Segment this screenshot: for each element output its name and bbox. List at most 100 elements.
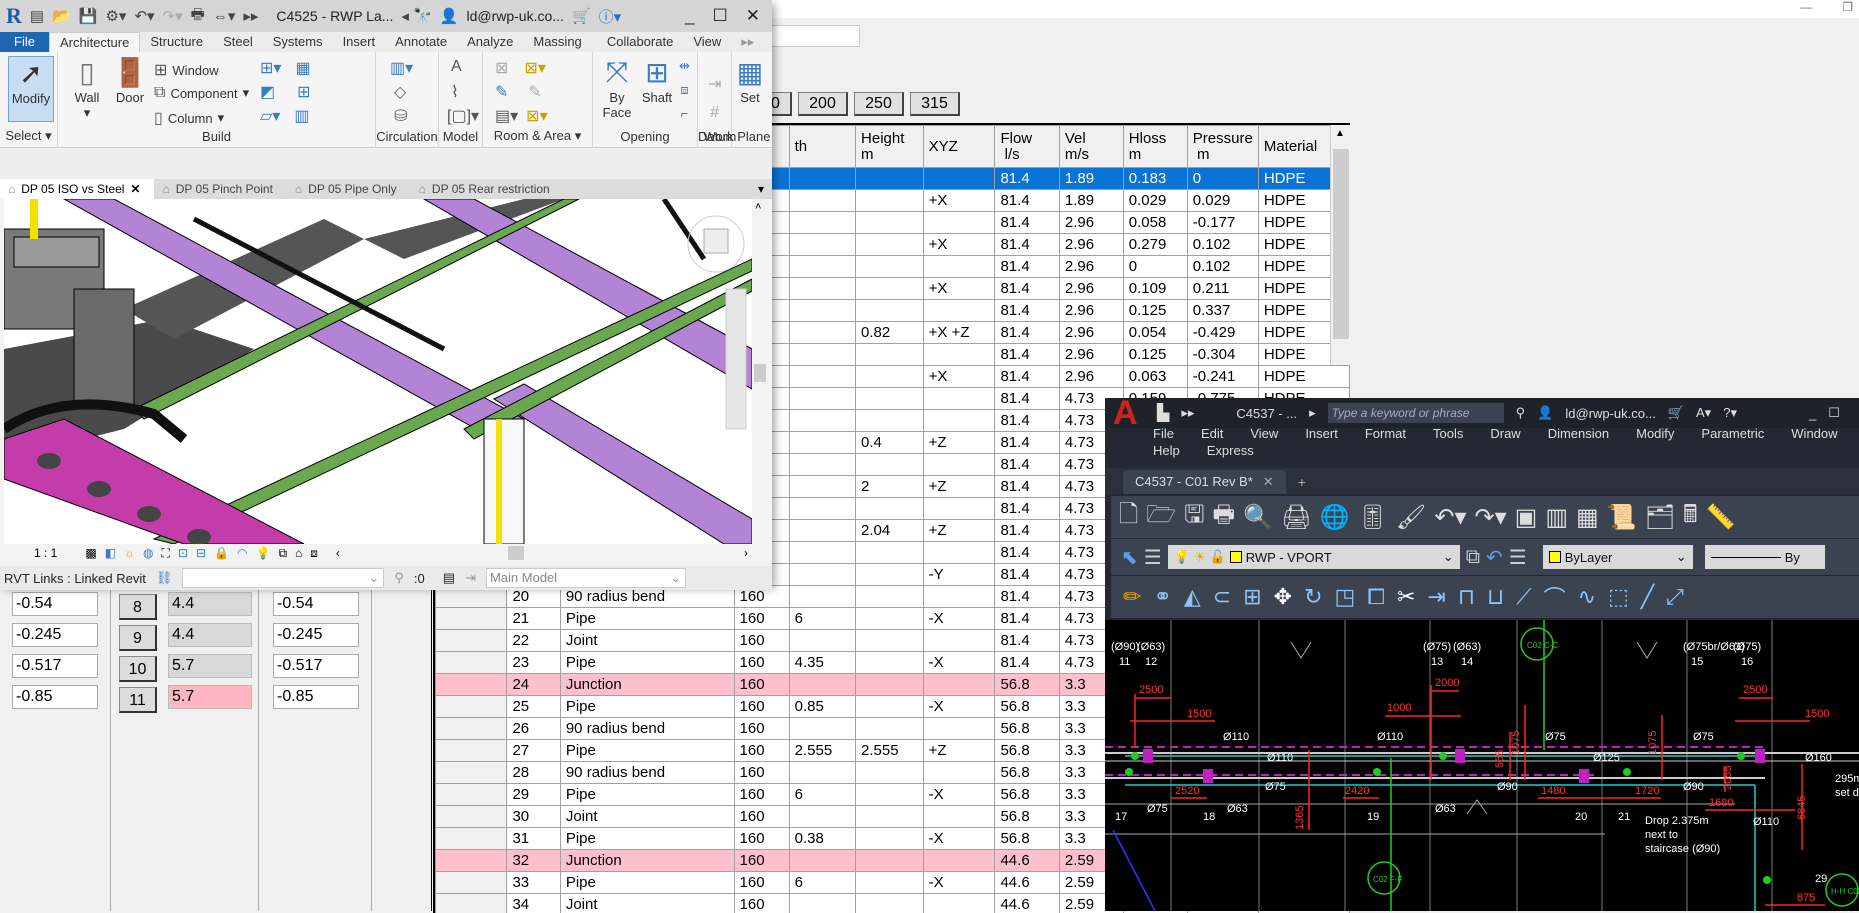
temp-view-props-icon[interactable]: ⧉: [278, 546, 287, 561]
tag-room-icon[interactable]: ▤▾: [495, 106, 518, 126]
cell-height[interactable]: [856, 762, 924, 784]
restore-icon[interactable]: ❐: [1842, 0, 1853, 16]
cell-flow[interactable]: 81.4: [995, 630, 1059, 652]
cell-length[interactable]: [789, 718, 855, 740]
cell-height[interactable]: [856, 828, 924, 850]
view-tab[interactable]: ⌂DP 05 Pinch Point: [154, 179, 286, 199]
cell-no[interactable]: 25: [507, 696, 560, 718]
cell-height[interactable]: 2.555: [856, 740, 924, 762]
show-crop-icon[interactable]: ⊟: [196, 546, 206, 560]
properties-icon[interactable]: ▤: [30, 7, 44, 25]
modify-button[interactable]: ➚ Modify: [8, 56, 54, 122]
move-icon[interactable]: ✥: [1274, 584, 1292, 610]
cell-height[interactable]: [856, 784, 924, 806]
cell-height[interactable]: [856, 278, 924, 300]
cell-no[interactable]: 34: [507, 894, 560, 913]
cell-height[interactable]: [856, 806, 924, 828]
cell-no[interactable]: 21: [507, 608, 560, 630]
area-boundary-icon[interactable]: ✎: [528, 82, 541, 102]
cell-height[interactable]: [856, 652, 924, 674]
cell-rh[interactable]: [436, 630, 507, 652]
cell-xyz[interactable]: [923, 718, 995, 740]
menu-draw[interactable]: Draw: [1490, 426, 1520, 441]
cell-xyz[interactable]: [923, 388, 995, 410]
cell-flow[interactable]: 81.4: [995, 476, 1059, 498]
autocad-logo-icon[interactable]: A: [1105, 394, 1145, 433]
match-props-icon[interactable]: 🖌: [1396, 503, 1426, 532]
view-tab[interactable]: ⌂DP 05 Pipe Only: [287, 179, 411, 199]
cell-dia[interactable]: 160: [734, 894, 789, 913]
cell-rh[interactable]: [436, 608, 507, 630]
cell-height[interactable]: [856, 454, 924, 476]
horizontal-scrollbar[interactable]: [348, 546, 568, 560]
cell-flow[interactable]: 81.4: [995, 234, 1059, 256]
cell-hloss[interactable]: 0.183: [1123, 168, 1187, 190]
cart-icon[interactable]: 🛒: [1668, 405, 1684, 421]
view-tab[interactable]: ⌂DP 05 ISO vs Steel✕: [0, 179, 154, 199]
cell-flow[interactable]: 81.4: [995, 542, 1059, 564]
cell-length[interactable]: 6: [789, 608, 855, 630]
railing-icon[interactable]: ▥: [294, 106, 309, 126]
menu-dimension[interactable]: Dimension: [1548, 426, 1609, 441]
menu-modify[interactable]: Modify: [1636, 426, 1674, 441]
grid-icon[interactable]: #: [710, 104, 719, 122]
revit-3d-view[interactable]: [4, 199, 752, 544]
design-center-icon[interactable]: ▥: [1545, 503, 1568, 532]
open-icon[interactable]: 📂: [52, 7, 71, 25]
plot-icon[interactable]: 🖶: [1213, 497, 1236, 538]
cell-length[interactable]: [789, 564, 855, 586]
scroll-left-icon[interactable]: ‹: [336, 546, 340, 560]
cell-length[interactable]: [789, 190, 855, 212]
cell-flow[interactable]: 81.4: [995, 586, 1059, 608]
cell-pressure[interactable]: -0.304: [1187, 344, 1258, 366]
cell-dia[interactable]: 160: [734, 674, 789, 696]
tool-palettes-icon[interactable]: ▦: [1576, 503, 1599, 532]
make-current-icon[interactable]: ⬉: [1121, 545, 1138, 570]
cell-rh[interactable]: [436, 850, 507, 872]
menu-express[interactable]: Express: [1207, 443, 1254, 458]
cell-length[interactable]: [789, 520, 855, 542]
window-button[interactable]: ⊞Window: [154, 60, 219, 80]
cell-hloss[interactable]: 0: [1123, 256, 1187, 278]
cell-height[interactable]: 2: [856, 476, 924, 498]
cell-length[interactable]: [789, 410, 855, 432]
workset-combo[interactable]: ⌄: [182, 568, 384, 588]
model-line-button[interactable]: ⌇: [451, 82, 459, 102]
calculator-icon[interactable]: 🖩: [1683, 497, 1697, 538]
cell-pressure[interactable]: 0: [1187, 168, 1258, 190]
measure-icon[interactable]: ⇔▾: [213, 7, 236, 25]
cell-dia[interactable]: 160: [734, 608, 789, 630]
cell-height[interactable]: [856, 894, 924, 913]
row-number-button[interactable]: 9: [119, 625, 157, 651]
user-icon[interactable]: 👤: [440, 7, 459, 25]
cell-pressure[interactable]: -0.177: [1187, 212, 1258, 234]
revit-logo-icon[interactable]: R: [6, 3, 22, 29]
level-icon[interactable]: ⇥: [708, 74, 721, 94]
cell-no[interactable]: 33: [507, 872, 560, 894]
model-group-button[interactable]: [▢]▾: [447, 106, 479, 126]
properties-icon[interactable]: 🎚: [1357, 503, 1387, 532]
scroll-up-icon[interactable]: ▲: [1335, 128, 1345, 139]
autocad-drawing-canvas[interactable]: (Ø90)11(Ø63)12(Ø75)13(Ø63)14(Ø75br/Ø63)1…: [1105, 620, 1859, 911]
cell-type[interactable]: Pipe: [560, 872, 734, 894]
cell-rh[interactable]: [436, 828, 507, 850]
menu-format[interactable]: Format: [1365, 426, 1406, 441]
cell-flow[interactable]: 44.6: [995, 894, 1059, 913]
cell-dia[interactable]: 160: [734, 652, 789, 674]
cell-xyz[interactable]: -Y: [923, 564, 995, 586]
shadows-icon[interactable]: ◍: [143, 546, 153, 560]
cell-height[interactable]: [856, 608, 924, 630]
autodesk-app-icon[interactable]: A▾: [1696, 405, 1711, 421]
cell-hloss[interactable]: 0.029: [1123, 190, 1187, 212]
ribbon-tab-view[interactable]: View: [683, 32, 731, 52]
cell-height[interactable]: [856, 564, 924, 586]
right-value-field[interactable]: -0.245: [273, 623, 359, 647]
ribbon-tab-architecture[interactable]: Architecture: [49, 32, 140, 52]
cell-height[interactable]: [856, 300, 924, 322]
cell-xyz[interactable]: +X: [923, 278, 995, 300]
cell-height[interactable]: [856, 234, 924, 256]
cell-length[interactable]: [789, 542, 855, 564]
size-button-200[interactable]: 200: [798, 92, 848, 116]
ribbon-tab-analyze[interactable]: Analyze: [457, 32, 523, 52]
chamfer-icon[interactable]: ⟋: [1516, 584, 1531, 610]
